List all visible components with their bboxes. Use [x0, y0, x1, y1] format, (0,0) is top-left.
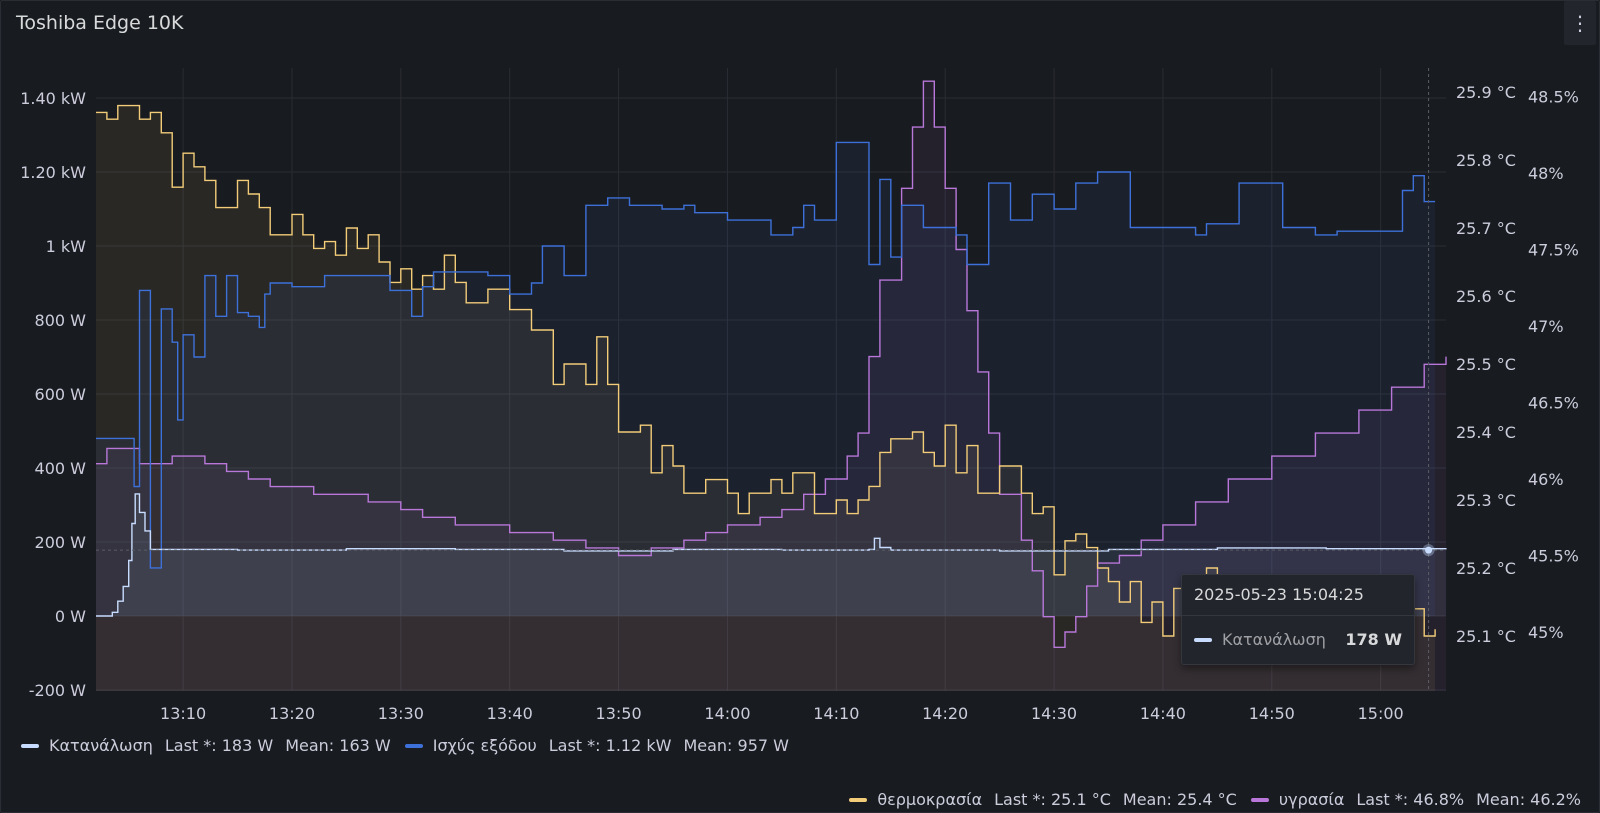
x-tick-label: 15:00 [1358, 704, 1404, 723]
x-tick-label: 13:40 [487, 704, 533, 723]
y-hum-tick-label: 46% [1528, 470, 1564, 489]
legend-name: θερμοκρασία [877, 790, 983, 809]
legend-mean: Mean: 25.4 °C [1122, 790, 1237, 809]
y-hum-tick-label: 47.5% [1528, 241, 1579, 260]
x-tick-label: 14:00 [704, 704, 750, 723]
legend-last: Last *: 46.8% [1356, 790, 1465, 809]
y-left-tick-label: 1 kW [46, 237, 87, 256]
y-left-tick-label: 800 W [35, 311, 87, 330]
y-left-tick-label: 400 W [35, 459, 87, 478]
legend-item-humidity[interactable]: υγρασία Last *: 46.8% Mean: 46.2% [1250, 790, 1581, 809]
legend-item-consumption[interactable]: Κατανάλωση Last *: 183 W Mean: 163 W [21, 736, 391, 755]
y-temp-tick-label: 25.7 °C [1456, 219, 1516, 238]
y-left-tick-label: 1.40 kW [20, 89, 86, 108]
y-temp-tick-label: 25.3 °C [1456, 491, 1516, 510]
tooltip: 2025-05-23 15:04:25 Κατανάλωση 178 W [1181, 574, 1415, 665]
legend-last: Last *: 1.12 kW [548, 736, 672, 755]
x-tick-label: 14:20 [922, 704, 968, 723]
x-tick-label: 13:50 [596, 704, 642, 723]
legend-row-2: θερμοκρασία Last *: 25.1 °C Mean: 25.4 °… [849, 790, 1581, 809]
y-temp-tick-label: 25.6 °C [1456, 287, 1516, 306]
legend-name: Ισχύς εξόδου [432, 736, 537, 755]
y-hum-tick-label: 48% [1528, 164, 1564, 183]
tooltip-value: 178 W [1345, 630, 1402, 649]
y-left-tick-label: 600 W [35, 385, 87, 404]
legend-name: Κατανάλωση [49, 736, 153, 755]
x-tick-label: 14:50 [1249, 704, 1295, 723]
x-tick-label: 13:30 [378, 704, 424, 723]
y-left-tick-label: 1.20 kW [20, 163, 86, 182]
y-temp-tick-label: 25.9 °C [1456, 83, 1516, 102]
y-hum-tick-label: 45% [1528, 623, 1564, 642]
y-hum-tick-label: 48.5% [1528, 88, 1579, 107]
y-left-tick-label: -200 W [29, 681, 86, 700]
legend-row-1: Κατανάλωση Last *: 183 W Mean: 163 W Ισχ… [21, 736, 803, 755]
y-temp-tick-label: 25.8 °C [1456, 151, 1516, 170]
x-tick-label: 14:10 [813, 704, 859, 723]
x-tick-label: 14:40 [1140, 704, 1186, 723]
legend-mean: Mean: 46.2% [1476, 790, 1581, 809]
legend-mean: Mean: 163 W [285, 736, 391, 755]
series-fill [96, 142, 1436, 616]
tooltip-swatch [1194, 637, 1212, 642]
legend-swatch [849, 797, 868, 802]
y-left-tick-label: 200 W [35, 533, 87, 552]
y-temp-tick-label: 25.5 °C [1456, 355, 1516, 374]
tooltip-time: 2025-05-23 15:04:25 [1194, 585, 1364, 604]
legend-last: Last *: 25.1 °C [994, 790, 1111, 809]
tooltip-divider [1182, 615, 1414, 616]
legend-name: υγρασία [1278, 790, 1345, 809]
panel: Toshiba Edge 10K ⋮ 1.40 kW 1.20 kW 1 kW 800… [0, 0, 1600, 813]
y-hum-tick-label: 45.5% [1528, 547, 1579, 566]
tooltip-row: Κατανάλωση 178 W [1194, 630, 1402, 649]
tooltip-series-name: Κατανάλωση [1222, 630, 1326, 649]
y-temp-tick-label: 25.1 °C [1456, 627, 1516, 646]
y-left-tick-label: 0 W [55, 607, 86, 626]
y-temp-tick-label: 25.2 °C [1456, 559, 1516, 578]
x-tick-label: 13:10 [160, 704, 206, 723]
legend-swatch [1250, 797, 1269, 802]
y-hum-tick-label: 47% [1528, 317, 1564, 336]
y-temp-tick-label: 25.4 °C [1456, 423, 1516, 442]
legend-last: Last *: 183 W [164, 736, 274, 755]
chart-canvas[interactable]: 1.40 kW 1.20 kW 1 kW 800 W 600 W 400 W 200 W 0 … [1, 1, 1599, 812]
y-hum-tick-label: 46.5% [1528, 394, 1579, 413]
hover-point [1425, 546, 1433, 554]
x-tick-label: 14:30 [1031, 704, 1077, 723]
x-tick-label: 13:20 [269, 704, 315, 723]
legend-item-temperature[interactable]: θερμοκρασία Last *: 25.1 °C Mean: 25.4 °… [849, 790, 1237, 809]
legend-swatch [21, 743, 39, 748]
legend-swatch [404, 743, 423, 748]
legend-item-output[interactable]: Ισχύς εξόδου Last *: 1.12 kW Mean: 957 W [404, 736, 789, 755]
legend-mean: Mean: 957 W [683, 736, 789, 755]
